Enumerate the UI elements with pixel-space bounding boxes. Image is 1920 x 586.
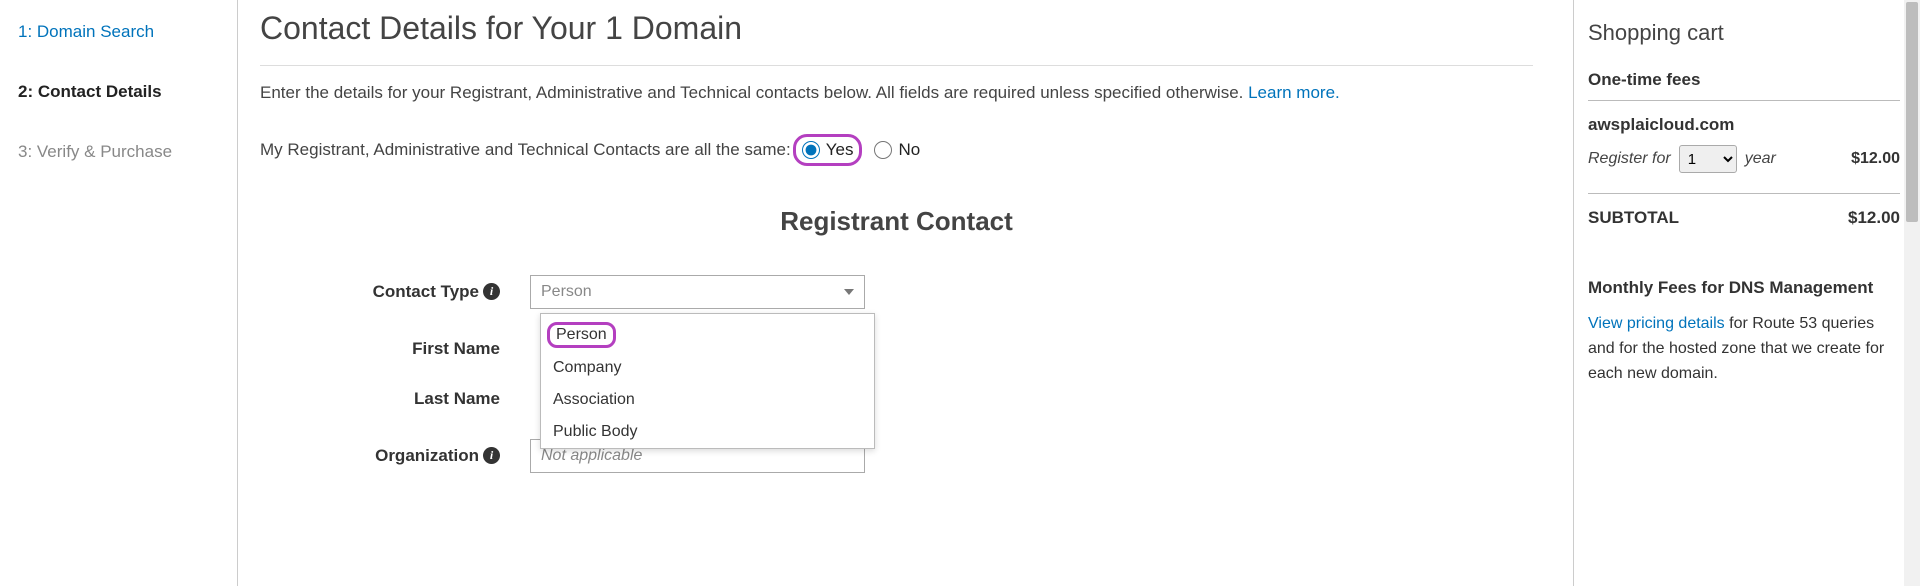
label-contact-type-text: Contact Type xyxy=(373,282,479,302)
label-organization-text: Organization xyxy=(375,446,479,466)
intro-body: Enter the details for your Registrant, A… xyxy=(260,83,1248,102)
label-last-name: Last Name xyxy=(310,389,510,409)
page-title: Contact Details for Your 1 Domain xyxy=(260,10,1533,47)
scrollbar-thumb[interactable] xyxy=(1906,2,1918,222)
title-divider xyxy=(260,65,1533,66)
monthly-fees-label: Monthly Fees for DNS Management xyxy=(1588,278,1900,298)
info-icon[interactable]: i xyxy=(483,283,500,300)
registrant-contact-heading: Registrant Contact xyxy=(260,206,1533,237)
info-icon[interactable]: i xyxy=(483,447,500,464)
register-row: Register for 1 year $12.00 xyxy=(1588,145,1900,173)
year-label: year xyxy=(1745,150,1776,168)
dropdown-option-association[interactable]: Association xyxy=(541,384,874,416)
subtotal-row: SUBTOTAL $12.00 xyxy=(1588,208,1900,228)
radio-no[interactable] xyxy=(874,141,892,159)
highlight-yes-radio: Yes xyxy=(793,134,863,166)
row-contact-type: Contact Type i Person xyxy=(260,275,1533,309)
row-organization: Organization i Not applicable xyxy=(260,439,1533,473)
dropdown-option-company[interactable]: Company xyxy=(541,352,874,384)
intro-text: Enter the details for your Registrant, A… xyxy=(260,80,1533,106)
cart-domain-name: awsplaicloud.com xyxy=(1588,115,1900,135)
step-verify-purchase: 3: Verify & Purchase xyxy=(18,142,219,162)
contact-type-selected-value: Person xyxy=(541,283,592,301)
register-for-label: Register for xyxy=(1588,150,1671,168)
cart-divider xyxy=(1588,193,1900,194)
organization-placeholder: Not applicable xyxy=(541,447,642,465)
label-first-name-text: First Name xyxy=(412,339,500,359)
dropdown-option-person[interactable]: Person xyxy=(556,326,607,343)
shopping-cart-sidebar: Shopping cart One-time fees awsplaicloud… xyxy=(1574,0,1920,586)
highlight-person-option: Person xyxy=(547,322,616,348)
register-years-select[interactable]: 1 xyxy=(1679,145,1737,173)
wizard-steps-sidebar: 1: Domain Search 2: Contact Details 3: V… xyxy=(0,0,238,586)
label-contact-type: Contact Type i xyxy=(310,282,510,302)
label-organization: Organization i xyxy=(310,446,510,466)
radio-yes[interactable] xyxy=(802,141,820,159)
main-content: Contact Details for Your 1 Domain Enter … xyxy=(238,0,1574,586)
domain-price: $12.00 xyxy=(1851,150,1900,168)
contacts-same-row: My Registrant, Administrative and Techni… xyxy=(260,134,1533,166)
cart-divider xyxy=(1588,100,1900,101)
pricing-details-text: View pricing details for Route 53 querie… xyxy=(1588,312,1900,386)
row-last-name: Last Name xyxy=(260,389,1533,409)
contact-type-select[interactable]: Person xyxy=(530,275,865,309)
subtotal-label: SUBTOTAL xyxy=(1588,208,1679,228)
one-time-fees-label: One-time fees xyxy=(1588,70,1900,90)
learn-more-link[interactable]: Learn more. xyxy=(1248,83,1340,102)
view-pricing-link[interactable]: View pricing details xyxy=(1588,315,1725,332)
chevron-down-icon xyxy=(844,289,854,295)
contact-type-dropdown: Person Company Association Public Body xyxy=(540,313,875,449)
dropdown-option-public-body[interactable]: Public Body xyxy=(541,416,874,448)
cart-title: Shopping cart xyxy=(1588,20,1900,46)
step-domain-search[interactable]: 1: Domain Search xyxy=(18,22,219,42)
label-first-name: First Name xyxy=(310,339,510,359)
radio-yes-label: Yes xyxy=(826,140,854,160)
radio-no-label: No xyxy=(898,140,920,160)
row-first-name: First Name xyxy=(260,339,1533,359)
scrollbar-track[interactable] xyxy=(1904,0,1920,586)
label-last-name-text: Last Name xyxy=(414,389,500,409)
subtotal-price: $12.00 xyxy=(1848,208,1900,228)
step-contact-details[interactable]: 2: Contact Details xyxy=(18,82,219,102)
contacts-same-label: My Registrant, Administrative and Techni… xyxy=(260,140,791,160)
